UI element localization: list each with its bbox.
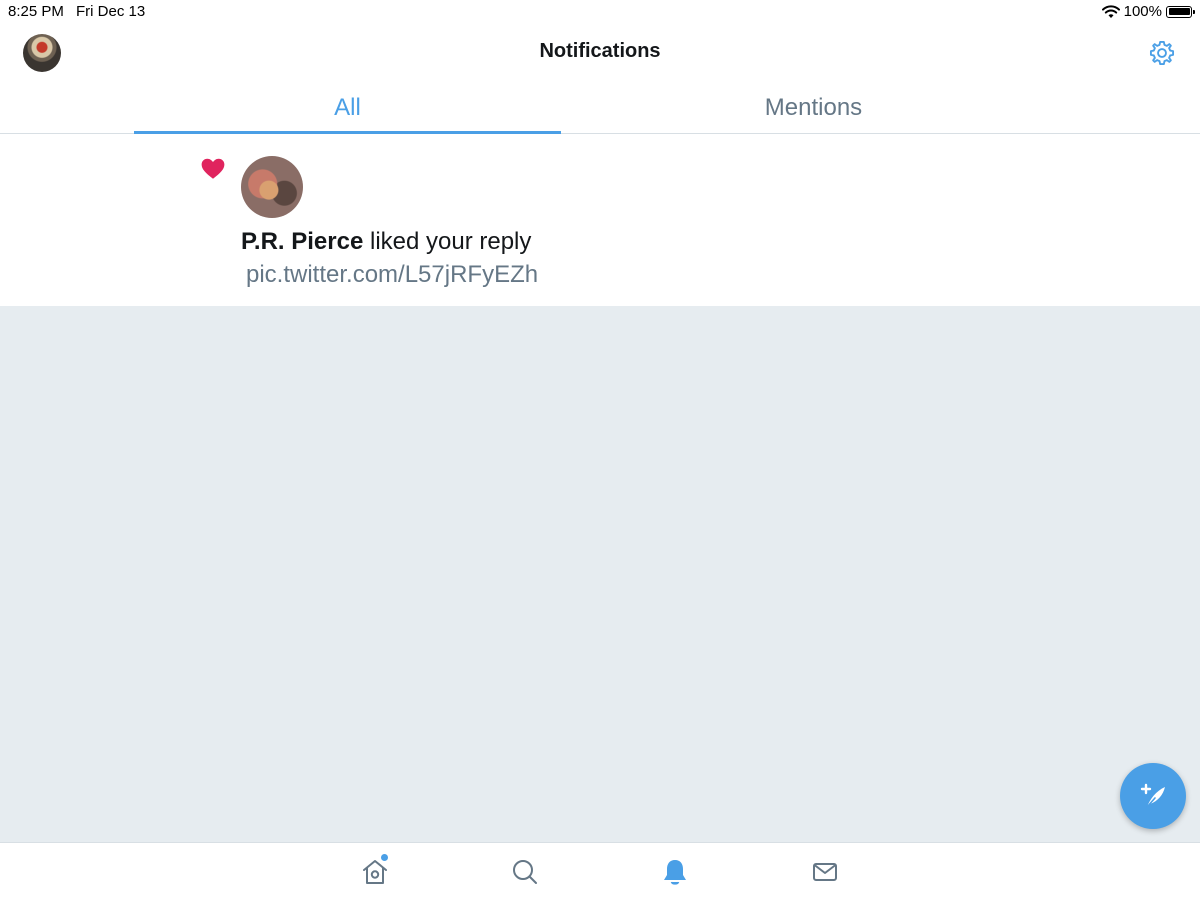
- user-name[interactable]: P.R. Pierce: [241, 228, 363, 255]
- status-bar: 8:25 PM Fri Dec 13 100%: [0, 0, 1200, 24]
- notification-text: P.R. Pierce liked your reply: [241, 228, 531, 256]
- battery-icon: [1166, 5, 1195, 18]
- status-date: Fri Dec 13: [76, 3, 146, 20]
- tab-all[interactable]: All: [134, 80, 561, 134]
- mail-icon: [813, 863, 837, 881]
- page-title: Notifications: [539, 40, 661, 62]
- tab-home[interactable]: [360, 854, 390, 887]
- notification-content-link[interactable]: pic.twitter.com/L57jRFyEZh: [246, 261, 538, 289]
- home-icon: [363, 860, 387, 884]
- notification-tabs: All Mentions: [0, 80, 1200, 134]
- notification-action: liked your reply: [363, 228, 532, 255]
- search-icon: [513, 860, 537, 884]
- battery-percent: 100%: [1123, 3, 1162, 20]
- user-avatar[interactable]: [241, 156, 303, 218]
- bell-icon: [664, 860, 686, 885]
- tab-search[interactable]: [510, 857, 540, 887]
- compose-tweet-button[interactable]: [1120, 763, 1186, 829]
- bottom-tab-bar: [0, 842, 1200, 900]
- navigation-header: Notifications: [0, 24, 1200, 80]
- notification-item[interactable]: P.R. Pierce liked your reply pic.twitter…: [0, 134, 1200, 306]
- wifi-icon: [1101, 4, 1120, 18]
- new-content-indicator: [381, 854, 388, 861]
- status-indicators: 100%: [1101, 3, 1195, 20]
- heart-icon: [201, 158, 225, 179]
- tab-notifications[interactable]: [660, 857, 690, 887]
- gear-icon[interactable]: [1148, 39, 1176, 67]
- tab-messages[interactable]: [810, 857, 840, 887]
- compose-tweet-icon: [1140, 783, 1165, 808]
- tab-mentions[interactable]: Mentions: [600, 80, 1027, 133]
- status-time: 8:25 PM: [8, 3, 64, 20]
